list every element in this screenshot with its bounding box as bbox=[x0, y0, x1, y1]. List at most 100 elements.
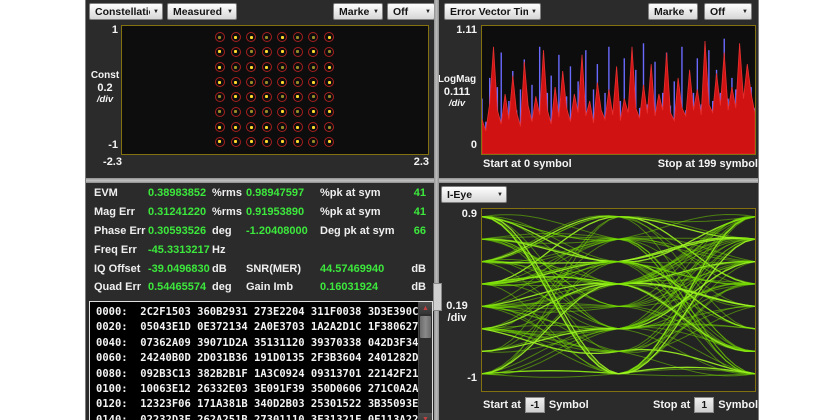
measurement-cell: 44.57469940 bbox=[320, 263, 400, 275]
chevron-down-icon: ▼ bbox=[531, 9, 537, 15]
constellation-point bbox=[231, 32, 241, 42]
constellation-point-center bbox=[234, 140, 237, 143]
constellation-data-dropdown[interactable]: Measured IQ ▼ bbox=[167, 3, 237, 20]
constellation-point-center bbox=[218, 126, 221, 129]
scrollbar-thumb[interactable] bbox=[420, 316, 431, 338]
scroll-down-icon: ▼ bbox=[422, 416, 429, 420]
measurement-cell: Phase Err bbox=[94, 225, 148, 237]
symbol-table-scrollbar[interactable]: ▲ ▼ bbox=[418, 302, 432, 420]
constellation-point-center bbox=[328, 95, 331, 98]
constellation-point bbox=[308, 32, 318, 42]
scroll-down-button[interactable]: ▼ bbox=[419, 413, 432, 420]
eye-scale-unit: /div bbox=[436, 312, 478, 324]
constellation-point-center bbox=[328, 81, 331, 84]
constellation-point bbox=[231, 92, 241, 102]
scroll-up-icon: ▲ bbox=[422, 305, 429, 312]
symbol-table-line: 0000: 2C2F1503 360B2931 273E2204 311F003… bbox=[96, 305, 418, 320]
constellation-point-center bbox=[296, 66, 299, 69]
constellation-x-min: -2.3 bbox=[94, 156, 122, 168]
constellation-point-center bbox=[312, 50, 315, 53]
chevron-down-icon: ▼ bbox=[373, 9, 379, 15]
constellation-point-center bbox=[250, 126, 253, 129]
constellation-point-center bbox=[281, 36, 284, 39]
constellation-point bbox=[324, 137, 334, 147]
measurement-cell: 0.91953890 bbox=[246, 206, 320, 218]
constellation-point bbox=[308, 77, 318, 87]
constellation-point-center bbox=[296, 81, 299, 84]
constellation-plot[interactable] bbox=[121, 25, 429, 155]
measurement-cell: dB bbox=[400, 281, 426, 293]
constellation-point bbox=[324, 122, 334, 132]
scroll-up-button[interactable]: ▲ bbox=[419, 302, 432, 314]
measurement-cell: %rms bbox=[212, 206, 246, 218]
measurement-row: Freq Err-45.3313217Hz bbox=[94, 240, 430, 259]
constellation-point bbox=[277, 92, 287, 102]
chevron-down-icon: ▼ bbox=[497, 192, 503, 198]
constellation-point-center bbox=[265, 126, 268, 129]
measurement-row: Quad Err0.54465574degGain Imb0.16031924d… bbox=[94, 278, 430, 297]
constellation-point-center bbox=[218, 50, 221, 53]
horizontal-splitter[interactable] bbox=[86, 178, 758, 183]
constellation-point bbox=[324, 47, 334, 57]
eye-y-min: -1 bbox=[439, 372, 477, 384]
constellation-point-center bbox=[281, 140, 284, 143]
eye-stop-prefix: Stop at bbox=[653, 399, 690, 411]
constellation-point-center bbox=[250, 50, 253, 53]
eye-stop-symbol-input[interactable]: 1 bbox=[694, 397, 714, 413]
eye-plot[interactable] bbox=[481, 208, 756, 392]
constellation-point-center bbox=[328, 50, 331, 53]
evt-marker-dropdown[interactable]: Marker1 ▼ bbox=[648, 3, 698, 20]
constellation-point bbox=[308, 62, 318, 72]
constellation-point-center bbox=[296, 110, 299, 113]
constellation-point bbox=[308, 92, 318, 102]
constellation-point-center bbox=[218, 95, 221, 98]
constellation-point-center bbox=[312, 126, 315, 129]
splitter-grip[interactable] bbox=[433, 283, 442, 311]
constellation-point bbox=[324, 62, 334, 72]
symbol-table-line: 0060: 24240B0D 2D031B36 191D0135 2F3B360… bbox=[96, 351, 418, 366]
measurement-row: Mag Err0.31241220%rms0.91953890%pk at sy… bbox=[94, 203, 430, 222]
constellation-point-center bbox=[296, 126, 299, 129]
measurement-cell: Mag Err bbox=[94, 206, 148, 218]
measurement-table: EVM0.38983852%rms0.98947597%pk at sym41M… bbox=[94, 184, 430, 297]
eye-trace-svg bbox=[482, 209, 755, 391]
measurement-cell: %pk at sym bbox=[320, 187, 400, 199]
constellation-point-center bbox=[281, 110, 284, 113]
constellation-point-center bbox=[265, 95, 268, 98]
constellation-point bbox=[293, 107, 303, 117]
eye-start-symbol-input[interactable]: -1 bbox=[525, 397, 545, 413]
measurement-cell: Deg pk at sym bbox=[320, 225, 400, 237]
constellation-point-center bbox=[265, 110, 268, 113]
constellation-point-center bbox=[234, 126, 237, 129]
constellation-scale-value: 0.2 bbox=[90, 82, 120, 94]
constellation-point bbox=[215, 77, 225, 87]
constellation-point bbox=[324, 107, 334, 117]
eye-y-scale: 0.19 /div bbox=[436, 300, 478, 324]
eye-start-prefix: Start at bbox=[483, 399, 521, 411]
eye-layout-dropdown[interactable]: I-Eye ▼ bbox=[441, 186, 507, 203]
constellation-point-center bbox=[281, 50, 284, 53]
constellation-point bbox=[293, 92, 303, 102]
constellation-point bbox=[231, 47, 241, 57]
constellation-point bbox=[215, 137, 225, 147]
evt-plot[interactable] bbox=[481, 25, 756, 155]
marker-mode-label: Off bbox=[710, 6, 739, 18]
evt-trace-svg bbox=[482, 26, 755, 154]
symbol-table-line: 0080: 092B3C13 382B2B1F 1A3C0924 0931370… bbox=[96, 367, 418, 382]
measurement-cell: dB bbox=[400, 263, 426, 275]
constellation-point-center bbox=[296, 140, 299, 143]
constellation-point-center bbox=[265, 81, 268, 84]
eye-stop-suffix: Symbol bbox=[718, 399, 758, 411]
constellation-marker-dropdown[interactable]: Marker1 ▼ bbox=[333, 3, 383, 20]
constellation-point bbox=[231, 122, 241, 132]
vertical-splitter[interactable] bbox=[434, 0, 439, 420]
constellation-marker-mode-dropdown[interactable]: Off ▼ bbox=[387, 3, 435, 20]
constellation-layout-dropdown[interactable]: Constellation ▼ bbox=[89, 3, 163, 20]
measurement-cell: -1.20408000 bbox=[246, 225, 320, 237]
measurement-cell: EVM bbox=[94, 187, 148, 199]
evt-marker-mode-dropdown[interactable]: Off ▼ bbox=[704, 3, 752, 20]
screenshot-stage: Constellation ▼ Measured IQ ▼ Marker1 ▼ … bbox=[0, 0, 840, 420]
symbol-table-line: 0100: 10063E12 26332E03 3E091F39 350D060… bbox=[96, 382, 418, 397]
evt-layout-dropdown[interactable]: Error Vector Time ▼ bbox=[444, 3, 541, 20]
constellation-point-center bbox=[328, 66, 331, 69]
